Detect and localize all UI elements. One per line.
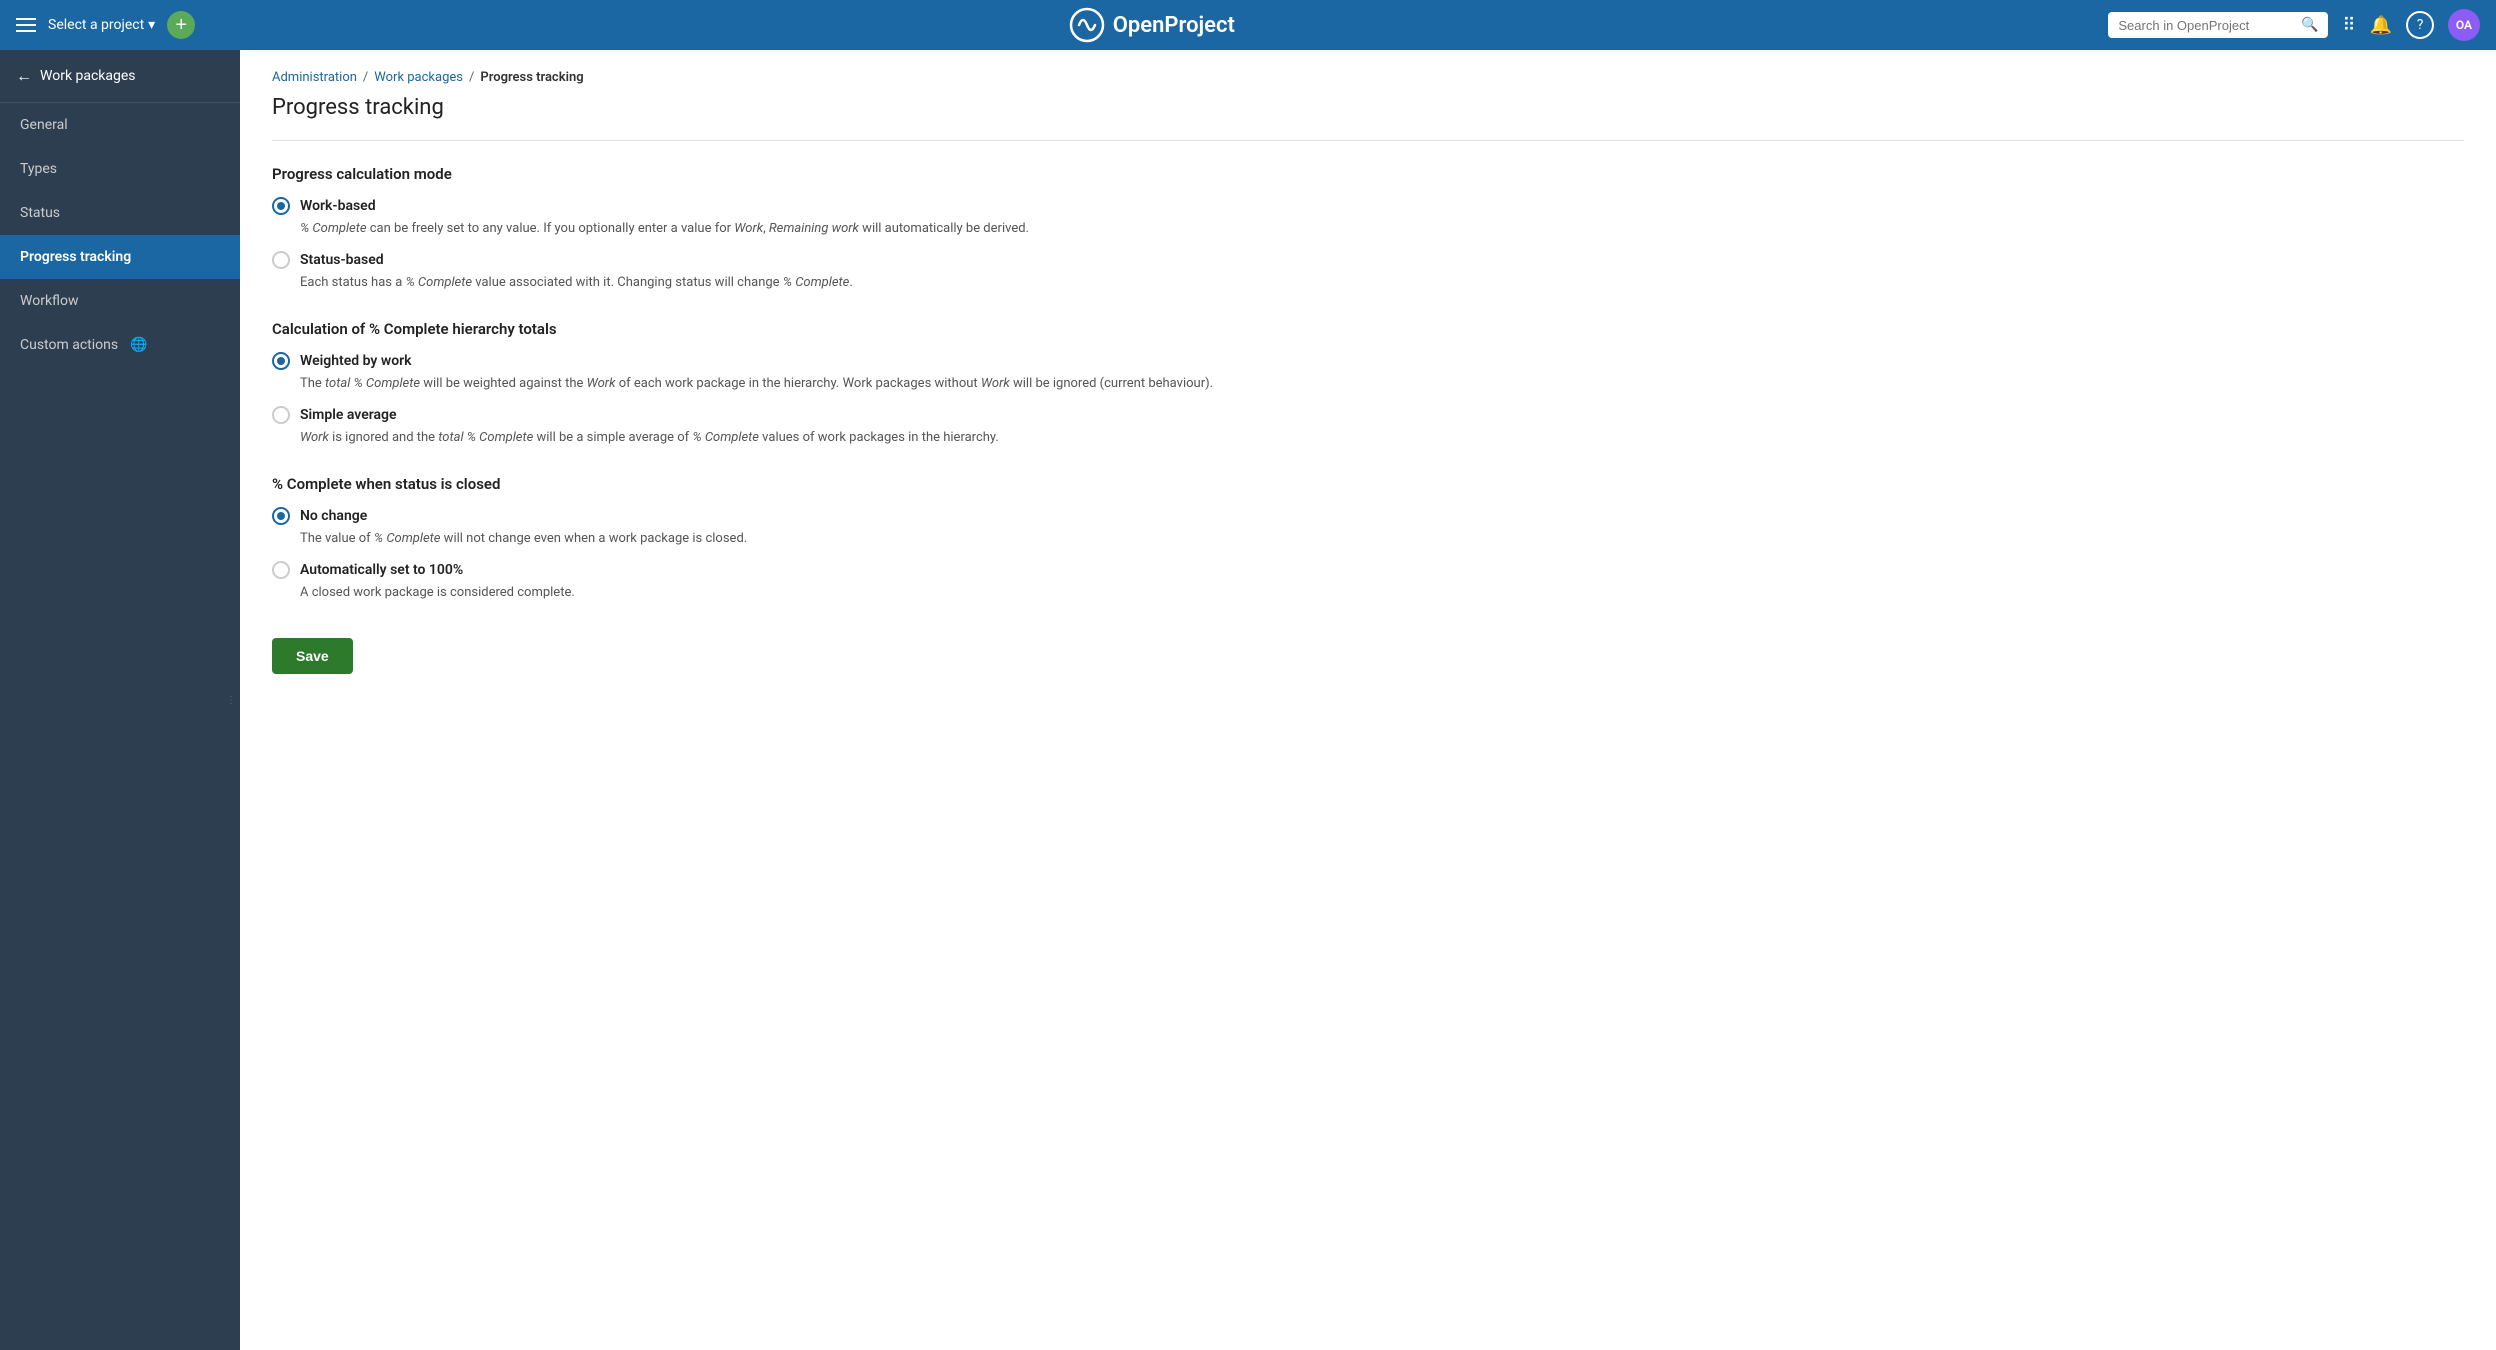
- auto-100-label[interactable]: Automatically set to 100%: [300, 562, 463, 578]
- status-closed-section: % Complete when status is closed No chan…: [272, 475, 2464, 602]
- custom-actions-icon: 🌐: [130, 337, 147, 353]
- help-icon[interactable]: ?: [2406, 11, 2434, 39]
- sidebar-resize-handle[interactable]: ⋮⋮: [232, 680, 240, 720]
- simple-average-radio[interactable]: [272, 406, 290, 424]
- main-content: Administration / Work packages / Progres…: [240, 50, 2496, 1350]
- progress-calc-section: Progress calculation mode Work-based % C…: [272, 165, 2464, 292]
- grid-icon[interactable]: ⠿: [2342, 15, 2355, 36]
- status-closed-radio-group: No change The value of % Complete will n…: [272, 507, 2464, 602]
- simple-average-label[interactable]: Simple average: [300, 407, 397, 423]
- no-change-label[interactable]: No change: [300, 508, 367, 524]
- sidebar-item-types[interactable]: Types: [0, 147, 240, 191]
- status-based-radio[interactable]: [272, 251, 290, 269]
- weighted-by-work-option: Weighted by work The total % Complete wi…: [272, 352, 2464, 394]
- search-icon: 🔍: [2301, 17, 2318, 33]
- breadcrumb-admin[interactable]: Administration: [272, 70, 357, 85]
- sidebar-back-link[interactable]: ← Work packages: [0, 50, 240, 103]
- title-divider: [272, 140, 2464, 141]
- hierarchy-totals-section: Calculation of % Complete hierarchy tota…: [272, 320, 2464, 447]
- weighted-by-work-radio[interactable]: [272, 352, 290, 370]
- simple-average-desc: Work is ignored and the total % Complete…: [300, 428, 2464, 448]
- work-based-label[interactable]: Work-based: [300, 198, 376, 214]
- chevron-down-icon: ▾: [148, 17, 155, 33]
- app-logo: OpenProject: [1069, 7, 1235, 43]
- no-change-option: No change The value of % Complete will n…: [272, 507, 2464, 549]
- status-closed-title: % Complete when status is closed: [272, 475, 2464, 493]
- back-arrow-icon: ←: [16, 66, 32, 86]
- breadcrumb-work-packages[interactable]: Work packages: [374, 70, 463, 85]
- status-based-desc: Each status has a % Complete value assoc…: [300, 273, 2464, 293]
- work-based-option: Work-based % Complete can be freely set …: [272, 197, 2464, 239]
- no-change-radio[interactable]: [272, 507, 290, 525]
- hamburger-menu[interactable]: [16, 18, 36, 32]
- breadcrumb-current: Progress tracking: [480, 70, 583, 85]
- work-based-desc: % Complete can be freely set to any valu…: [300, 219, 2464, 239]
- add-project-button[interactable]: +: [167, 11, 195, 39]
- breadcrumb: Administration / Work packages / Progres…: [272, 70, 2464, 85]
- breadcrumb-sep-1: /: [363, 70, 368, 85]
- logo-icon: [1069, 7, 1105, 43]
- save-button[interactable]: Save: [272, 638, 353, 674]
- sidebar-item-progress-tracking[interactable]: Progress tracking: [0, 235, 240, 279]
- sidebar-item-custom-actions[interactable]: Custom actions 🌐: [0, 323, 240, 367]
- search-input[interactable]: [2118, 18, 2295, 33]
- sidebar-item-general[interactable]: General: [0, 103, 240, 147]
- page-title: Progress tracking: [272, 95, 2464, 120]
- bell-icon[interactable]: 🔔: [2370, 15, 2392, 36]
- simple-average-option: Simple average Work is ignored and the t…: [272, 406, 2464, 448]
- auto-100-desc: A closed work package is considered comp…: [300, 583, 2464, 603]
- calc-mode-radio-group: Work-based % Complete can be freely set …: [272, 197, 2464, 292]
- work-based-radio[interactable]: [272, 197, 290, 215]
- status-based-label[interactable]: Status-based: [300, 252, 384, 268]
- top-navigation: Select a project ▾ + OpenProject 🔍 ⠿ 🔔 ?…: [0, 0, 2496, 50]
- hierarchy-totals-title: Calculation of % Complete hierarchy tota…: [272, 320, 2464, 338]
- project-selector[interactable]: Select a project ▾: [48, 17, 155, 33]
- weighted-by-work-desc: The total % Complete will be weighted ag…: [300, 374, 2464, 394]
- status-based-option: Status-based Each status has a % Complet…: [272, 251, 2464, 293]
- breadcrumb-sep-2: /: [469, 70, 474, 85]
- avatar[interactable]: OA: [2448, 9, 2480, 41]
- auto-100-option: Automatically set to 100% A closed work …: [272, 561, 2464, 603]
- sidebar: ← Work packages General Types Status Pro…: [0, 50, 240, 1350]
- sidebar-item-status[interactable]: Status: [0, 191, 240, 235]
- weighted-by-work-label[interactable]: Weighted by work: [300, 353, 412, 369]
- no-change-desc: The value of % Complete will not change …: [300, 529, 2464, 549]
- search-box[interactable]: 🔍: [2108, 12, 2328, 38]
- auto-100-radio[interactable]: [272, 561, 290, 579]
- hierarchy-totals-radio-group: Weighted by work The total % Complete wi…: [272, 352, 2464, 447]
- sidebar-item-workflow[interactable]: Workflow: [0, 279, 240, 323]
- progress-calc-title: Progress calculation mode: [272, 165, 2464, 183]
